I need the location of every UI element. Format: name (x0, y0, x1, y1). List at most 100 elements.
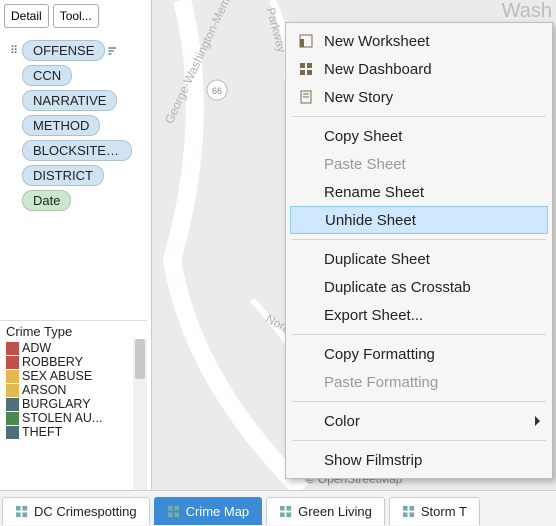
menu-item-label: Export Sheet... (324, 307, 423, 324)
sort-icon[interactable] (105, 43, 121, 59)
legend-title: Crime Type (4, 323, 143, 341)
shelf-pill-row: Date (6, 190, 145, 211)
menu-item-label: Show Filmstrip (324, 452, 422, 469)
field-pill[interactable]: BLOCKSITEA... (22, 140, 132, 161)
field-pill[interactable]: Date (22, 190, 71, 211)
sheet-tab-label: Green Living (298, 504, 372, 519)
menu-item[interactable]: New Worksheet (288, 27, 550, 55)
legend-swatch (6, 356, 19, 369)
svg-text:66: 66 (212, 86, 222, 96)
menu-item[interactable]: Color (288, 407, 550, 435)
sheet-tab[interactable]: Crime Map (154, 497, 263, 525)
legend-swatch (6, 342, 19, 355)
field-pill[interactable]: OFFENSE (22, 40, 105, 61)
legend-label: STOLEN AU... (22, 411, 102, 425)
sheet-tab-label: Storm T (421, 504, 467, 519)
legend-item[interactable]: ADW (4, 341, 143, 355)
menu-separator (292, 334, 546, 335)
legend-item[interactable]: BURGLARY (4, 397, 143, 411)
blank-icon (296, 372, 316, 392)
left-panel: Detail Tool... ⠿OFFENSE CCN NARRATIVE METHO… (0, 0, 152, 490)
menu-item-label: Color (324, 413, 360, 430)
color-legend: Crime Type ADWROBBERYSEX ABUSEARSONBURGL… (0, 320, 147, 490)
menu-item[interactable]: Duplicate as Crosstab (288, 273, 550, 301)
menu-item[interactable]: Copy Formatting (288, 340, 550, 368)
submenu-arrow-icon (535, 416, 540, 426)
field-pill[interactable]: NARRATIVE (22, 90, 117, 111)
blank-icon (296, 411, 316, 431)
shelf-pill-row: DISTRICT (6, 165, 145, 186)
blank-icon (296, 277, 316, 297)
sheet-tab-label: Crime Map (186, 504, 250, 519)
menu-separator (292, 440, 546, 441)
dashboard-icon (296, 59, 316, 79)
legend-swatch (6, 412, 19, 425)
menu-item-label: Rename Sheet (324, 184, 424, 201)
menu-item-label: New Story (324, 89, 393, 106)
dashboard-tab-icon (402, 505, 415, 518)
menu-item[interactable]: New Dashboard (288, 55, 550, 83)
shelf-pill-row: METHOD (6, 115, 145, 136)
marks-shelf: ⠿OFFENSE CCN NARRATIVE METHOD BLOCKSITEA... D… (0, 32, 151, 219)
legend-item[interactable]: STOLEN AU... (4, 411, 143, 425)
field-pill[interactable]: DISTRICT (22, 165, 104, 186)
field-pill[interactable]: METHOD (22, 115, 100, 136)
story-icon (296, 87, 316, 107)
menu-item: Paste Sheet (288, 150, 550, 178)
dashboard-tab-icon (15, 505, 28, 518)
shelf-pill-row: ⠿OFFENSE (6, 40, 145, 61)
legend-swatch (6, 370, 19, 383)
menu-item[interactable]: Export Sheet... (288, 301, 550, 329)
legend-swatch (6, 426, 19, 439)
shelf-pill-row: BLOCKSITEA... (6, 140, 145, 161)
worksheet-icon (296, 31, 316, 51)
menu-item-label: Unhide Sheet (325, 212, 416, 229)
legend-item[interactable]: THEFT (4, 425, 143, 439)
sheet-tab-strip: DC Crimespotting Crime Map Green Living Sto… (0, 490, 556, 526)
legend-item[interactable]: ARSON (4, 383, 143, 397)
shelf-pill-row: CCN (6, 65, 145, 86)
menu-item-label: Duplicate Sheet (324, 251, 430, 268)
tooltip-button[interactable]: Tool... (53, 4, 99, 28)
menu-item[interactable]: New Story (288, 83, 550, 111)
menu-item-label: Duplicate as Crosstab (324, 279, 471, 296)
menu-item[interactable]: Copy Sheet (288, 122, 550, 150)
blank-icon (296, 305, 316, 325)
legend-swatch (6, 398, 19, 411)
sheet-tab[interactable]: Storm T (389, 497, 480, 525)
legend-label: BURGLARY (22, 397, 91, 411)
legend-label: ARSON (22, 383, 66, 397)
legend-item[interactable]: SEX ABUSE (4, 369, 143, 383)
menu-item[interactable]: Show Filmstrip (288, 446, 550, 474)
detail-button[interactable]: Detail (4, 4, 49, 28)
menu-item-label: Paste Sheet (324, 156, 406, 173)
legend-label: ADW (22, 341, 51, 355)
legend-label: ROBBERY (22, 355, 83, 369)
menu-item[interactable]: Unhide Sheet (290, 206, 548, 234)
menu-item-label: New Dashboard (324, 61, 432, 78)
legend-scrollbar-thumb[interactable] (135, 339, 145, 379)
legend-item[interactable]: ROBBERY (4, 355, 143, 369)
blank-icon (296, 450, 316, 470)
legend-label: THEFT (22, 425, 62, 439)
menu-separator (292, 239, 546, 240)
menu-item-label: Copy Sheet (324, 128, 402, 145)
menu-item[interactable]: Rename Sheet (288, 178, 550, 206)
sheet-tab[interactable]: Green Living (266, 497, 385, 525)
field-pill[interactable]: CCN (22, 65, 72, 86)
dashboard-tab-icon (167, 505, 180, 518)
blank-icon (296, 182, 316, 202)
drag-handle-icon[interactable]: ⠿ (6, 43, 22, 59)
menu-separator (292, 401, 546, 402)
shelf-pill-row: NARRATIVE (6, 90, 145, 111)
legend-swatch (6, 384, 19, 397)
legend-scrollbar[interactable] (133, 339, 147, 490)
blank-icon (297, 210, 317, 230)
sheet-tab[interactable]: DC Crimespotting (2, 497, 150, 525)
sheet-tab-label: DC Crimespotting (34, 504, 137, 519)
legend-label: SEX ABUSE (22, 369, 92, 383)
blank-icon (296, 126, 316, 146)
blank-icon (296, 344, 316, 364)
sheet-context-menu: New Worksheet New Dashboard New Story Copy … (285, 22, 553, 479)
menu-item[interactable]: Duplicate Sheet (288, 245, 550, 273)
